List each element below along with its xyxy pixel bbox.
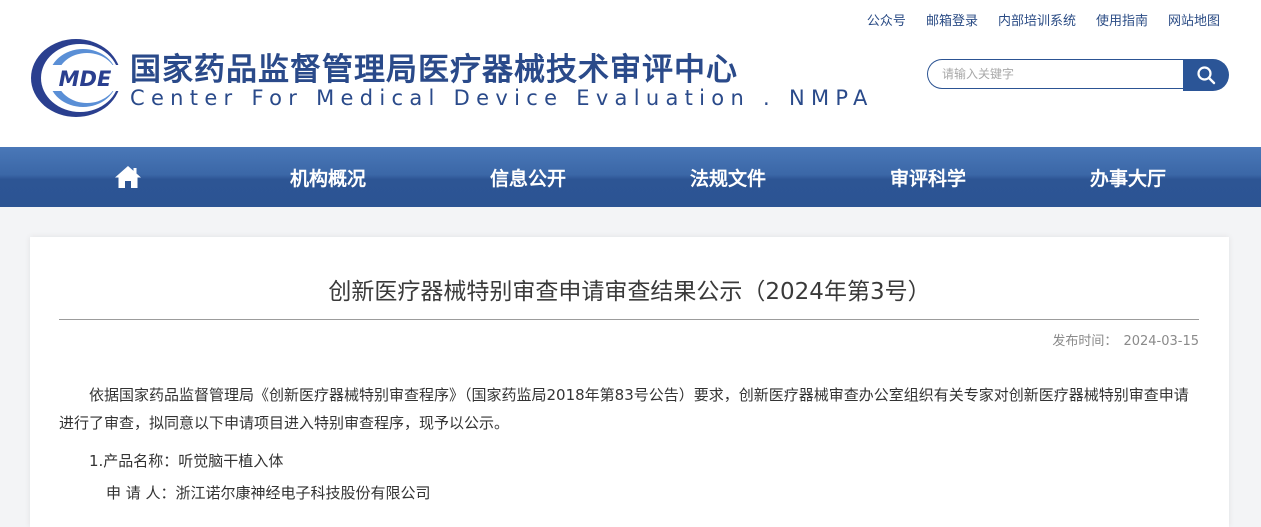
publish-date-label: 发布时间： [1052,334,1118,349]
applicant-line: 申 请 人：浙江诺尔康神经电子科技股份有限公司 [106,484,431,502]
top-link-internal-training[interactable]: 内部培训系统 [998,10,1076,29]
top-links: 公众号 邮箱登录 内部培训系统 使用指南 网站地图 [867,10,1220,29]
nav-item-info-disclosure[interactable]: 信息公开 [428,147,628,207]
search-box [927,59,1229,91]
top-link-mail-login[interactable]: 邮箱登录 [926,10,978,29]
publish-date-value: 2024-03-15 [1123,334,1199,349]
top-link-wechat[interactable]: 公众号 [867,10,906,29]
article-card: 创新医疗器械特别审查申请审查结果公示（2024年第3号） 发布时间： 2024-0… [30,237,1229,527]
publish-date: 发布时间： 2024-03-15 [1052,330,1199,349]
title-divider [59,319,1199,320]
logo-text: MDE [59,67,112,91]
article-intro-text: 依据国家药品监督管理局《创新医疗器械特别审查程序》（国家药监局2018年第83号… [59,386,1189,432]
site-title-en: Center For Medical Device Evaluation . N… [130,86,874,110]
site-header: 公众号 邮箱登录 内部培训系统 使用指南 网站地图 MDE 国家药品监督管理局医… [0,0,1261,147]
nav-home[interactable] [28,147,228,207]
home-icon [115,166,141,188]
search-icon [1197,66,1216,85]
nav-item-review-science[interactable]: 审评科学 [828,147,1028,207]
mde-logo[interactable]: MDE [30,38,122,118]
article-title: 创新医疗器械特别审查申请审查结果公示（2024年第3号） [328,279,931,305]
nav-item-service-hall[interactable]: 办事大厅 [1028,147,1228,207]
main-nav: 机构概况 信息公开 法规文件 审评科学 办事大厅 [0,147,1261,207]
top-link-user-guide[interactable]: 使用指南 [1096,10,1148,29]
search-button[interactable] [1183,59,1229,91]
product-name-line: 1.产品名称：听觉脑干植入体 [89,452,284,470]
search-input[interactable] [927,59,1183,89]
nav-item-regulations[interactable]: 法规文件 [628,147,828,207]
nav-item-institution[interactable]: 机构概况 [228,147,428,207]
site-title-cn: 国家药品监督管理局医疗器械技术审评中心 [130,52,738,88]
top-link-sitemap[interactable]: 网站地图 [1168,10,1220,29]
article-intro: 依据国家药品监督管理局《创新医疗器械特别审查程序》（国家药监局2018年第83号… [59,381,1199,437]
